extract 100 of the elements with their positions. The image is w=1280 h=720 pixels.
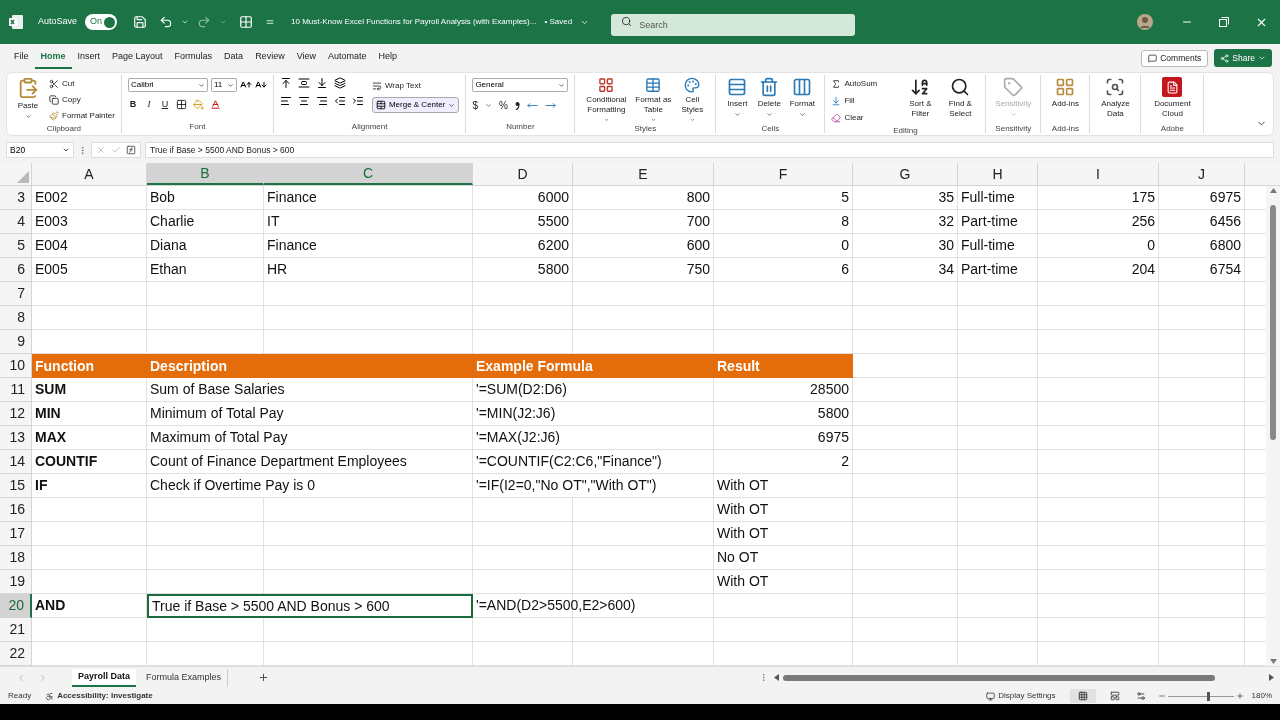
column-header[interactable]: G bbox=[853, 163, 958, 185]
search-field[interactable]: Search bbox=[611, 14, 856, 36]
column-header[interactable]: B bbox=[147, 163, 264, 185]
column-header[interactable]: J bbox=[1159, 163, 1245, 185]
italic-button[interactable]: I bbox=[143, 98, 154, 112]
row-header[interactable]: 22 bbox=[0, 642, 32, 666]
cell-text: AND bbox=[35, 596, 66, 615]
percent-button[interactable]: % bbox=[498, 98, 508, 113]
row-header[interactable]: 4 bbox=[0, 210, 32, 234]
column-header[interactable]: E bbox=[573, 163, 714, 185]
menu-tab[interactable]: File bbox=[8, 47, 35, 69]
ribbon-button[interactable]: Cell Styles bbox=[675, 75, 710, 123]
ribbon-button[interactable]: Sort & Filter bbox=[903, 75, 938, 123]
autosave-toggle[interactable]: On bbox=[85, 14, 118, 30]
share-button[interactable]: Share bbox=[1214, 49, 1272, 67]
ribbon-button[interactable]: Clear bbox=[831, 111, 900, 125]
cell-text: 8 bbox=[841, 212, 849, 231]
menu-tab[interactable]: Data bbox=[218, 47, 250, 69]
row-header[interactable]: 3 bbox=[0, 186, 32, 210]
undo-icon bbox=[159, 15, 174, 29]
decrease-decimal-icon bbox=[526, 100, 538, 111]
ribbon-button[interactable]: Format as Table bbox=[633, 75, 674, 123]
row-header[interactable]: 6 bbox=[0, 258, 32, 282]
menu-tab[interactable]: Formulas bbox=[168, 47, 219, 69]
row-header[interactable]: 8 bbox=[0, 306, 32, 330]
insert-rows-icon bbox=[727, 77, 748, 97]
ribbon-button[interactable]: AutoSum bbox=[831, 77, 900, 91]
name-box[interactable]: B20 bbox=[6, 142, 74, 158]
align-bottom-icon bbox=[315, 77, 328, 89]
ribbon-button[interactable]: Document Cloud bbox=[1147, 75, 1198, 123]
display-settings-button[interactable]: Display Settings bbox=[986, 690, 1056, 702]
cell-text: 5 bbox=[841, 188, 849, 207]
row-header[interactable]: 17 bbox=[0, 522, 32, 546]
row-header[interactable]: 5 bbox=[0, 234, 32, 258]
scroll-down-icon bbox=[1269, 659, 1277, 664]
zoom-slider[interactable] bbox=[1167, 691, 1234, 701]
selected-cell[interactable]: True if Base > 5500 AND Bonus > 600 bbox=[147, 594, 473, 618]
row-header[interactable]: 12 bbox=[0, 402, 32, 426]
analyze-icon bbox=[1105, 77, 1126, 97]
zoom-reading: 180% bbox=[1251, 690, 1272, 702]
bold-button[interactable]: B bbox=[127, 98, 138, 112]
ribbon-button[interactable]: Add-ins bbox=[1047, 75, 1084, 123]
column-header[interactable]: F bbox=[714, 163, 853, 185]
menu-tab[interactable]: Page Layout bbox=[106, 47, 169, 69]
cell-text: 6975 bbox=[1209, 188, 1241, 207]
column-header[interactable]: C bbox=[264, 163, 473, 185]
group-label: Editing bbox=[893, 125, 918, 137]
row-header[interactable]: 10 bbox=[0, 354, 32, 378]
row-header[interactable]: 21 bbox=[0, 618, 32, 642]
row-header[interactable]: 14 bbox=[0, 450, 32, 474]
row-header[interactable]: 9 bbox=[0, 330, 32, 354]
ribbon-button[interactable]: Wrap Text bbox=[371, 79, 460, 93]
currency-button[interactable]: $ bbox=[472, 98, 478, 113]
ribbon-button[interactable]: Format Painter bbox=[49, 109, 115, 123]
font-size-field[interactable]: 11 bbox=[210, 78, 237, 92]
column-header[interactable]: D bbox=[473, 163, 573, 185]
sheet-tab[interactable]: Formula Examples bbox=[140, 668, 229, 687]
caret-icon bbox=[733, 111, 741, 118]
accessibility-button[interactable]: Accessibility: Investigate bbox=[45, 690, 153, 702]
number-format-field[interactable]: General bbox=[472, 78, 569, 92]
sheet-tab[interactable]: Payroll Data bbox=[72, 668, 137, 687]
row-header[interactable]: 16 bbox=[0, 498, 32, 522]
cell-text: Check if Overtime Pay is 0 bbox=[150, 476, 315, 495]
ribbon-button[interactable]: Cut bbox=[49, 77, 115, 91]
ribbon-button[interactable]: Conditional Formatting bbox=[581, 75, 632, 123]
underline-button[interactable]: U bbox=[159, 98, 170, 112]
row-header[interactable]: 11 bbox=[0, 378, 32, 402]
font-name-field[interactable]: Calibri bbox=[127, 78, 208, 92]
row-header[interactable]: 19 bbox=[0, 570, 32, 594]
ribbon-button[interactable]: Analyze Data bbox=[1096, 75, 1135, 123]
column-header[interactable]: H bbox=[958, 163, 1038, 185]
menu-tab[interactable]: Home bbox=[34, 47, 72, 69]
ribbon-button[interactable]: Paste bbox=[13, 75, 43, 123]
comments-button[interactable]: Comments bbox=[1141, 49, 1209, 67]
zoom-thumb[interactable] bbox=[1207, 691, 1211, 701]
merge-center-button[interactable]: Merge & Center bbox=[371, 97, 460, 113]
align-middle-icon bbox=[297, 77, 310, 89]
row-header[interactable]: 15 bbox=[0, 474, 32, 498]
menu-tab[interactable]: View bbox=[290, 47, 322, 69]
column-header[interactable]: I bbox=[1038, 163, 1159, 185]
vertical-scrollbar[interactable] bbox=[1266, 186, 1280, 666]
horizontal-scrollbar[interactable] bbox=[774, 671, 1274, 684]
menu-tab[interactable]: Automate bbox=[322, 47, 373, 69]
row-header[interactable]: 13 bbox=[0, 426, 32, 450]
menu-tab[interactable]: Insert bbox=[71, 47, 107, 69]
cell-text: SUM bbox=[35, 380, 67, 399]
ribbon-button[interactable]: Find & Select bbox=[941, 75, 980, 123]
menu-tab[interactable]: Review bbox=[249, 47, 291, 69]
menu-tab[interactable]: Help bbox=[372, 47, 404, 69]
align-left-icon bbox=[279, 95, 292, 107]
ribbon-button[interactable]: Format bbox=[786, 75, 819, 123]
ribbon-button[interactable]: Insert bbox=[722, 75, 753, 123]
row-header[interactable]: 7 bbox=[0, 282, 32, 306]
ribbon-button[interactable]: Copy bbox=[49, 93, 115, 107]
row-header[interactable]: 18 bbox=[0, 546, 32, 570]
normal-view-icon bbox=[1077, 691, 1088, 701]
formula-field[interactable]: True if Base > 5500 AND Bonus > 600 bbox=[145, 142, 1274, 158]
ribbon-button[interactable]: Fill bbox=[831, 94, 900, 108]
ribbon-button[interactable]: Delete bbox=[754, 75, 785, 123]
row-header[interactable]: 20 bbox=[0, 594, 32, 618]
